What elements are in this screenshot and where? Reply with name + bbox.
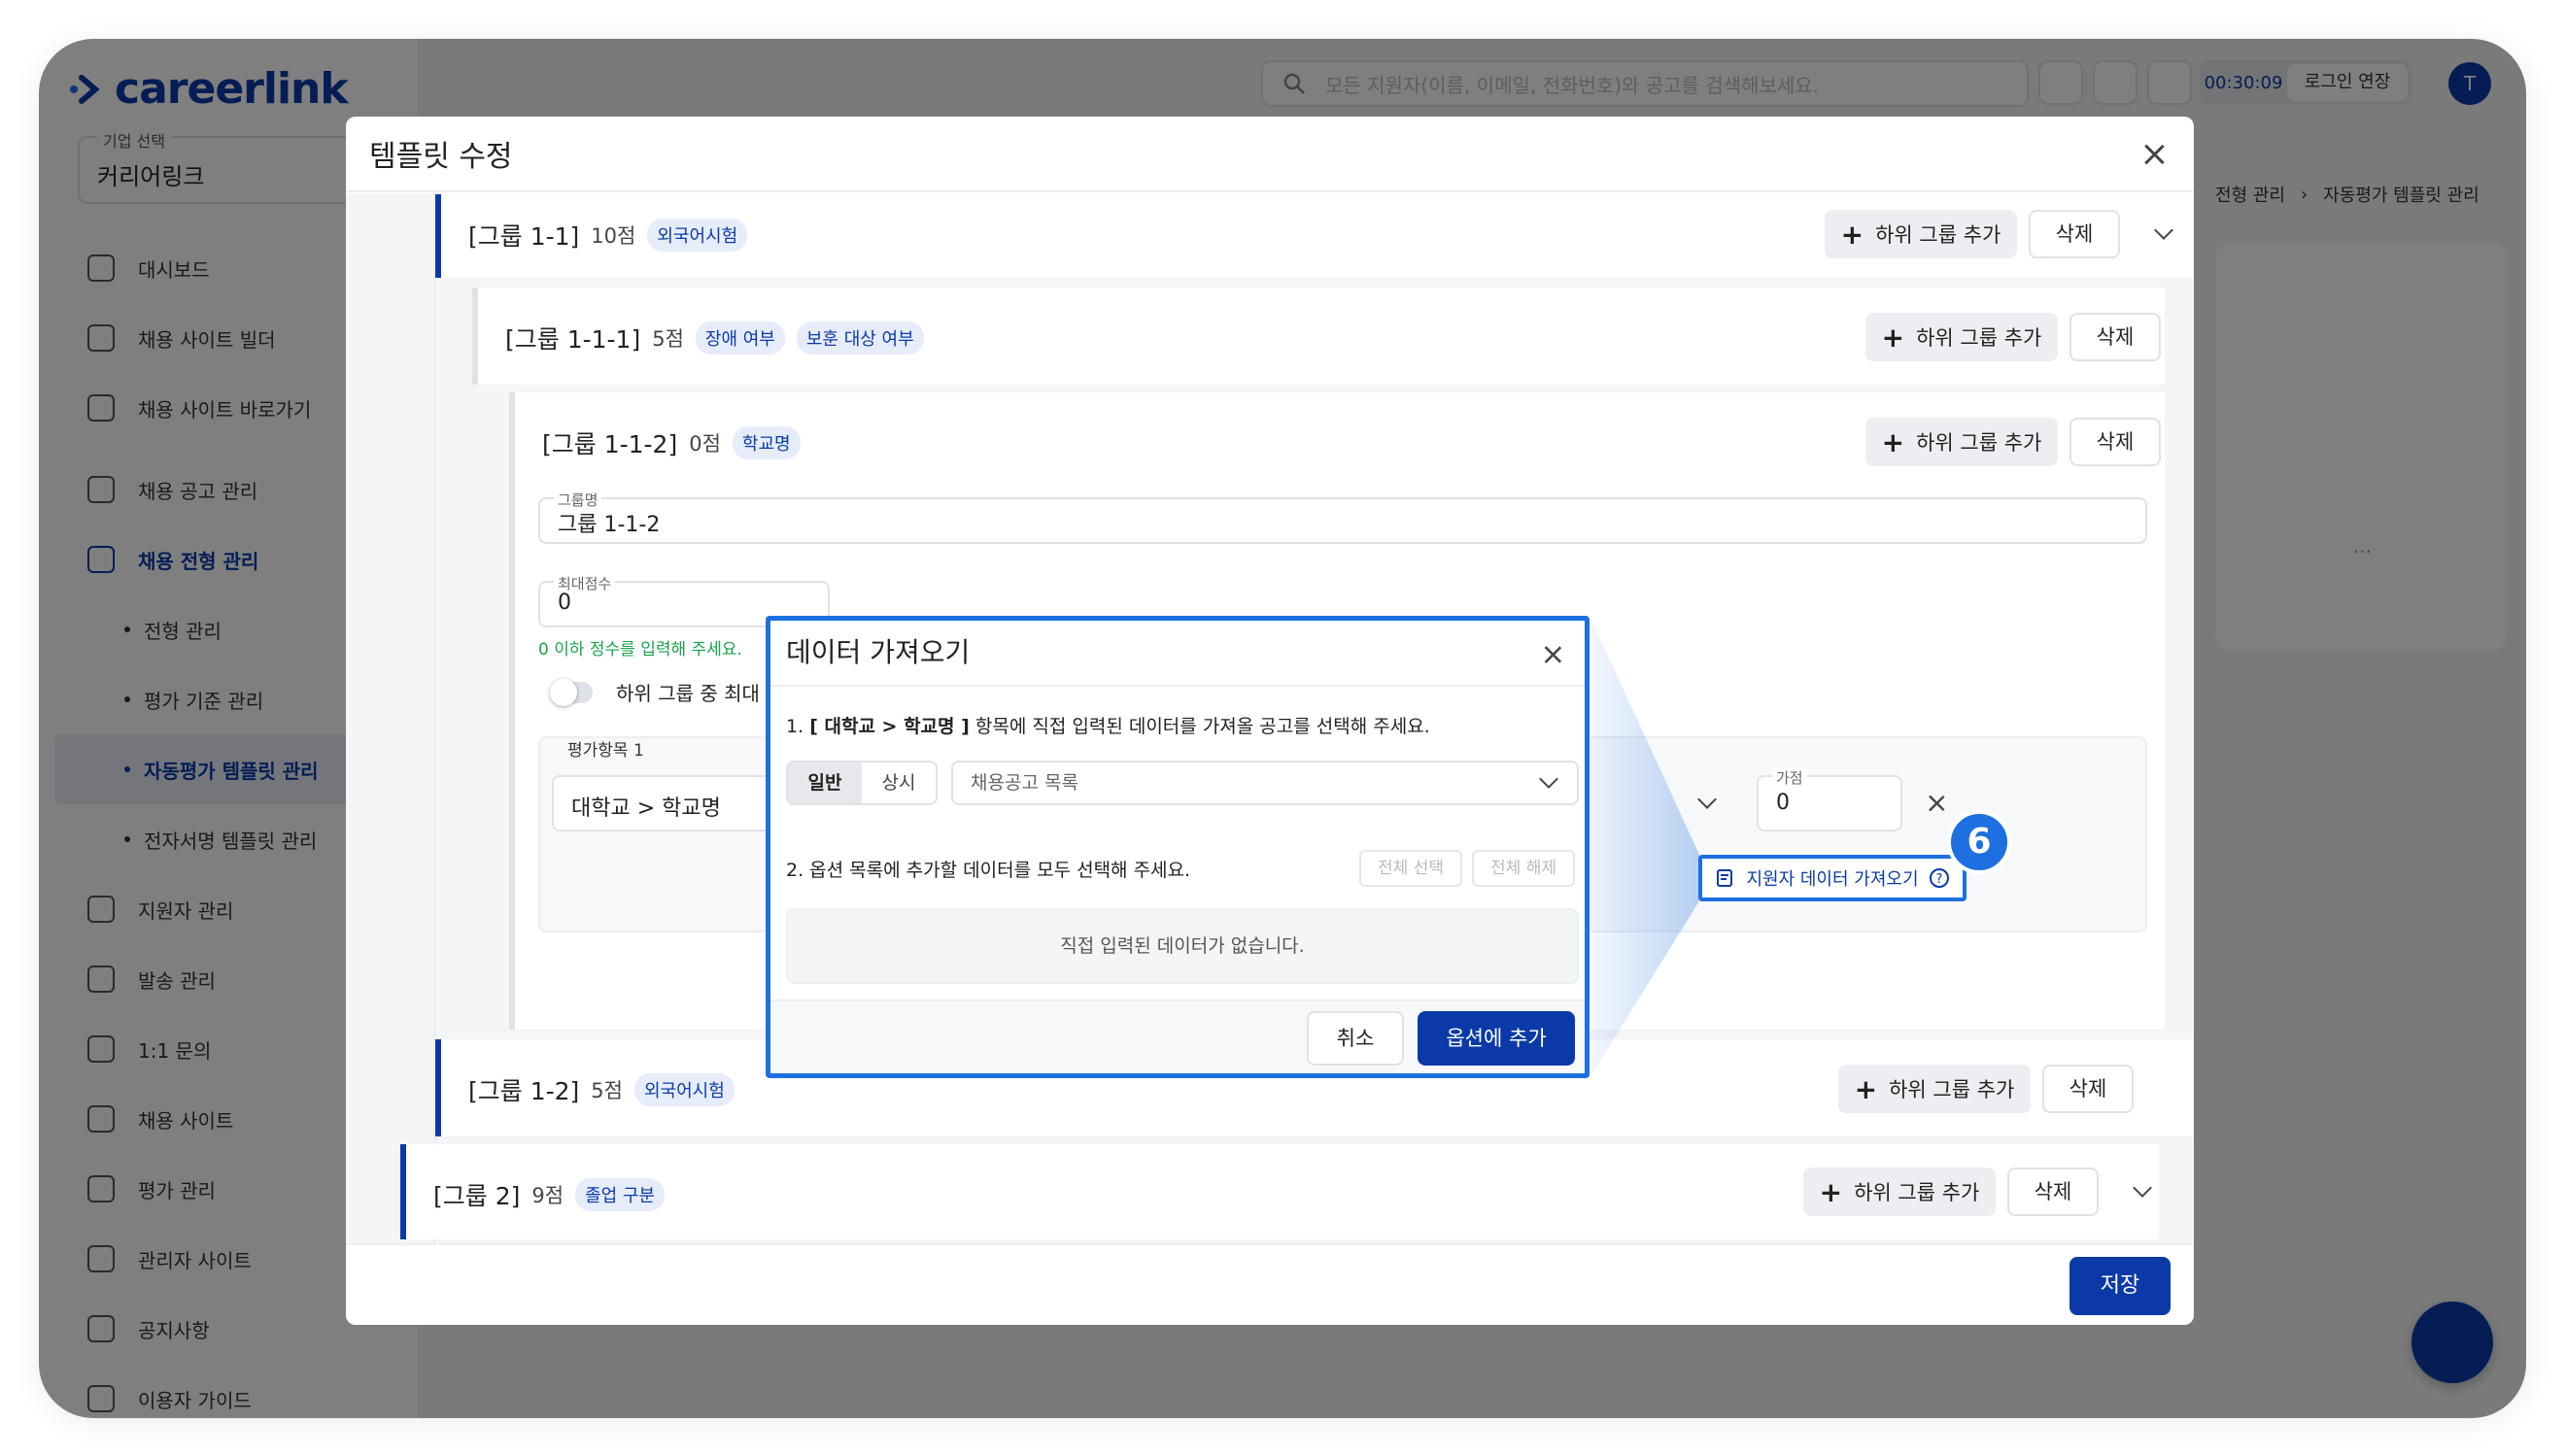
step-number-badge: 6 (1947, 810, 2011, 874)
data-import-dialog: 데이터 가져오기 1. [ 대학교 > 학교명 ] 항목에 직접 입력된 데이터… (766, 616, 1590, 1078)
close-icon[interactable] (1544, 646, 1562, 664)
chevron-down-icon (1539, 769, 1558, 789)
add-to-options-button[interactable]: 옵션에 추가 (1418, 1011, 1575, 1066)
database-import-icon (1717, 869, 1733, 887)
help-circle-icon: ? (1929, 868, 1949, 888)
step1-prefix: 1. (786, 716, 804, 737)
cancel-button[interactable]: 취소 (1307, 1011, 1404, 1066)
posting-type-segment: 일반 상시 (786, 761, 938, 805)
segment-option-always[interactable]: 상시 (862, 762, 936, 803)
dialog-title: 데이터 가져오기 (786, 636, 971, 668)
select-value: 채용공고 목록 (971, 772, 1078, 794)
step1-rest: 항목에 직접 입력된 데이터를 가져올 공고를 선택해 주세요. (975, 716, 1430, 737)
select-all-button[interactable]: 전체 선택 (1359, 850, 1462, 887)
deselect-all-button[interactable]: 전체 해제 (1472, 850, 1575, 887)
dialog-step1-text: 1. [ 대학교 > 학교명 ] 항목에 직접 입력된 데이터를 가져올 공고를… (786, 712, 1430, 738)
job-posting-select[interactable]: 채용공고 목록 (951, 761, 1579, 805)
dialog-header: 데이터 가져오기 (770, 621, 1585, 687)
svg-text:?: ? (1935, 872, 1942, 887)
dialog-footer: 취소 옵션에 추가 (770, 999, 1585, 1073)
segment-option-general[interactable]: 일반 (788, 762, 862, 803)
step1-bold: [ 대학교 > 학교명 ] (809, 716, 970, 737)
empty-data-message: 직접 입력된 데이터가 없습니다. (786, 908, 1579, 984)
import-button-label: 지원자 데이터 가져오기 (1746, 869, 1919, 890)
import-applicant-data-button[interactable]: 지원자 데이터 가져오기 ? (1698, 855, 1966, 901)
dialog-step2-text: 2. 옵션 목록에 추가할 데이터를 모두 선택해 주세요. (786, 860, 1191, 881)
